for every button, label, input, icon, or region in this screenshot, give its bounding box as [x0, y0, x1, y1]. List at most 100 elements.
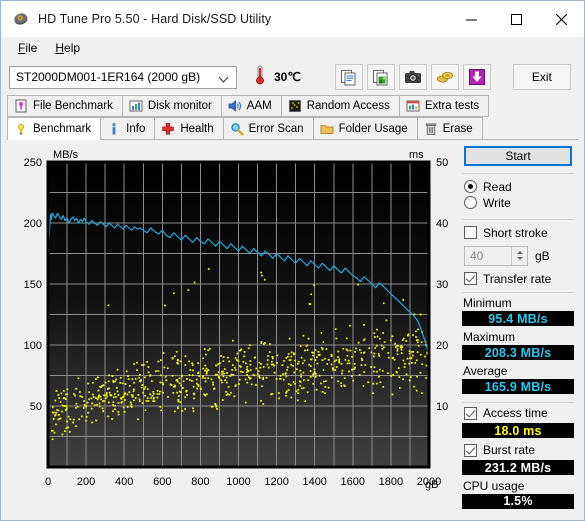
- title-bar: HD Tune Pro 5.50 - Hard Disk/SSD Utility: [1, 1, 584, 37]
- chart-svg: MB/s ms 50 100 150 200 250 10 20 30 40 50 0 200 40…: [7, 140, 462, 505]
- tab-row-secondary: File Benchmark Disk monitor AAM Random A…: [7, 95, 578, 117]
- burst-rate-value: 231.2 MB/s: [462, 460, 574, 476]
- benchmark-chart: MB/s ms 50 100 150 200 250 10 20 30 40 50 0 200 40…: [7, 140, 462, 515]
- app-icon: [13, 11, 29, 27]
- radio-read-label: Read: [483, 179, 512, 194]
- tab-error-scan[interactable]: Error Scan: [222, 117, 314, 139]
- tab-disk-monitor-label: Disk monitor: [147, 100, 212, 112]
- toolbar-buttons: [334, 64, 491, 90]
- svg-text:10: 10: [436, 401, 448, 413]
- tab-erase-label: Erase: [442, 122, 473, 135]
- copy-image-icon[interactable]: [366, 64, 395, 90]
- svg-text:400: 400: [115, 476, 133, 488]
- radio-write[interactable]: Write: [460, 196, 576, 210]
- checkbox-short-stroke[interactable]: Short stroke: [460, 226, 576, 240]
- stepper-up-icon[interactable]: [516, 251, 523, 255]
- average-value: 165.9 MB/s: [462, 379, 574, 395]
- transfer-rate-label: Transfer rate: [483, 271, 552, 286]
- tab-erase[interactable]: Erase: [416, 117, 483, 139]
- info-icon: [107, 122, 121, 136]
- svg-text:250: 250: [24, 157, 42, 169]
- svg-text:100: 100: [24, 340, 42, 352]
- svg-text:800: 800: [191, 476, 209, 488]
- erase-trash-icon: [424, 122, 438, 136]
- exit-button[interactable]: Exit: [512, 64, 571, 90]
- tab-file-benchmark[interactable]: File Benchmark: [7, 95, 123, 117]
- svg-text:600: 600: [153, 476, 171, 488]
- error-scan-magnifier-icon: [230, 122, 244, 136]
- checkbox-access-time[interactable]: Access time: [460, 406, 576, 420]
- burst-rate-label: Burst rate: [483, 443, 536, 458]
- tab-extra-tests-label: Extra tests: [424, 100, 480, 112]
- chevron-down-icon: [218, 73, 229, 87]
- download-icon[interactable]: [462, 64, 491, 90]
- drive-select[interactable]: ST2000DM001-1ER164 (2000 gB): [9, 65, 237, 89]
- svg-text:30: 30: [436, 279, 448, 291]
- checkbox-burst-rate[interactable]: Burst rate: [460, 443, 576, 457]
- tab-benchmark[interactable]: Benchmark: [7, 117, 102, 140]
- radio-read-indicator: [464, 180, 477, 194]
- tab-folder-usage[interactable]: Folder Usage: [312, 117, 418, 139]
- tab-info-label: Info: [126, 122, 146, 135]
- copy-text-icon[interactable]: [334, 64, 363, 90]
- transfer-rate-checkbox-indicator: [464, 272, 477, 286]
- toolbar: ST2000DM001-1ER164 (2000 gB) 30℃ Exit: [1, 59, 584, 95]
- short-stroke-size-row: 40 gB: [460, 245, 576, 266]
- svg-text:200: 200: [77, 476, 95, 488]
- svg-text:1800: 1800: [379, 476, 403, 488]
- menu-help-rest: elp: [64, 41, 81, 55]
- tab-random-access[interactable]: Random Access: [280, 95, 400, 117]
- close-button[interactable]: [539, 1, 584, 37]
- stepper-arrows[interactable]: [511, 246, 527, 265]
- tab-benchmark-label: Benchmark: [33, 123, 92, 135]
- svg-text:20: 20: [436, 340, 448, 352]
- menu-bar: File Help: [1, 37, 584, 59]
- checkbox-transfer-rate[interactable]: Transfer rate: [460, 272, 576, 286]
- screenshot-camera-icon[interactable]: [398, 64, 427, 90]
- tab-row-primary: Benchmark Info Health Error Scan Folder …: [7, 117, 578, 140]
- access-time-label: Access time: [483, 406, 548, 421]
- divider-2: [462, 218, 574, 220]
- menu-help[interactable]: Help: [46, 38, 89, 58]
- cpu-usage-label: CPU usage: [463, 479, 525, 494]
- minimize-button[interactable]: [449, 1, 494, 37]
- maximize-button[interactable]: [494, 1, 539, 37]
- menu-file-rest: ile: [25, 41, 38, 55]
- hd-tune-window: HD Tune Pro 5.50 - Hard Disk/SSD Utility…: [0, 0, 585, 521]
- tab-info[interactable]: Info: [100, 117, 156, 139]
- access-time-checkbox-indicator: [464, 406, 477, 420]
- tab-aam[interactable]: AAM: [220, 95, 282, 117]
- drive-select-value: ST2000DM001-1ER164 (2000 gB): [16, 70, 201, 84]
- short-stroke-label: Short stroke: [483, 225, 548, 240]
- radio-write-label: Write: [483, 195, 511, 210]
- short-stroke-checkbox-indicator: [464, 226, 477, 240]
- tab-health[interactable]: Health: [154, 117, 224, 139]
- disk-monitor-icon: [129, 99, 143, 113]
- random-access-icon: [288, 99, 302, 113]
- svg-text:150: 150: [24, 279, 42, 291]
- y-axis-unit-label: MB/s: [53, 149, 79, 161]
- maximum-value: 208.3 MB/s: [462, 345, 574, 361]
- burst-rate-checkbox-indicator: [464, 443, 477, 457]
- donate-coins-icon[interactable]: [430, 64, 459, 90]
- tab-extra-tests[interactable]: Extra tests: [398, 95, 490, 117]
- thermometer-icon: [253, 64, 267, 91]
- svg-text:50: 50: [436, 157, 448, 169]
- health-cross-icon: [161, 122, 175, 136]
- start-button[interactable]: Start: [464, 146, 572, 166]
- window-title: HD Tune Pro 5.50 - Hard Disk/SSD Utility: [38, 12, 272, 26]
- divider-4: [462, 402, 574, 404]
- benchmark-icon: [14, 122, 28, 136]
- tab-disk-monitor[interactable]: Disk monitor: [121, 95, 222, 117]
- radio-read[interactable]: Read: [460, 180, 576, 194]
- svg-text:1200: 1200: [264, 476, 288, 488]
- short-stroke-stepper[interactable]: 40: [464, 245, 528, 266]
- tab-random-access-label: Random Access: [306, 100, 390, 112]
- stepper-down-icon[interactable]: [516, 257, 523, 261]
- menu-file[interactable]: File: [9, 38, 46, 58]
- svg-text:50: 50: [30, 401, 42, 413]
- svg-text:0: 0: [45, 476, 51, 488]
- average-label: Average: [463, 364, 508, 379]
- svg-text:1600: 1600: [341, 476, 365, 488]
- tab-error-scan-label: Error Scan: [248, 122, 304, 135]
